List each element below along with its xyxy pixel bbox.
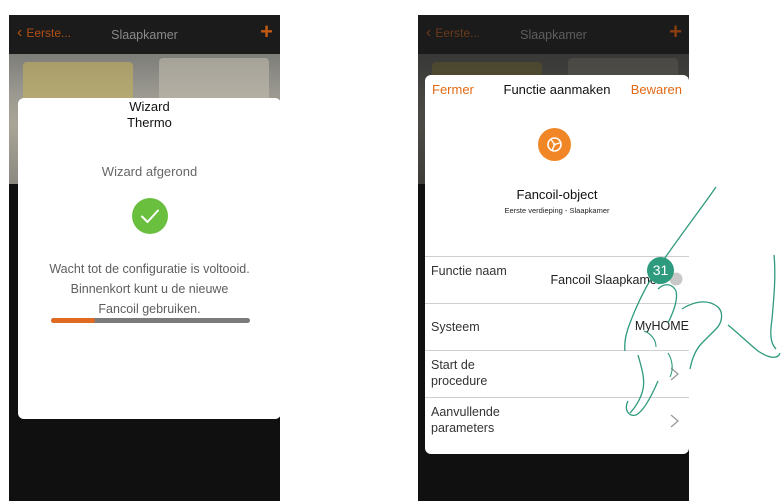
add-icon[interactable]: + bbox=[669, 20, 682, 44]
back-button[interactable]: ‹ Eerste... bbox=[17, 24, 72, 41]
wizard-title: Wizard Thermo bbox=[18, 98, 280, 131]
page-title: Slaapkamer bbox=[111, 27, 178, 42]
top-bar: ‹ Eerste... Slaapkamer + bbox=[9, 15, 280, 54]
wizard-message-line: Fancoil gebruiken. bbox=[98, 302, 201, 316]
wizard-subtitle: Thermo bbox=[127, 115, 172, 130]
row-label: Functie naam bbox=[431, 264, 507, 278]
add-icon[interactable]: + bbox=[260, 20, 273, 44]
row-label: Systeem bbox=[431, 320, 480, 334]
wizard-message-line: Binnenkort kunt u de nieuwe bbox=[70, 282, 229, 296]
row-label: Start de procedure bbox=[431, 358, 488, 388]
chevron-left-icon: ‹ bbox=[426, 24, 432, 41]
wizard-dialog: Wizard Thermo Wizard afgerond Wacht tot … bbox=[18, 98, 280, 419]
fancoil-icon bbox=[538, 128, 571, 161]
close-button[interactable]: Fermer bbox=[432, 82, 474, 97]
wizard-message: Wacht tot de configuratie is voltooid. B… bbox=[18, 259, 280, 319]
page-title: Slaapkamer bbox=[520, 27, 587, 42]
progress-fill bbox=[51, 318, 95, 323]
progress-bar bbox=[51, 318, 250, 323]
chevron-left-icon: ‹ bbox=[17, 24, 23, 41]
left-phone-screen: ‹ Eerste... Slaapkamer + Wizard Thermo W… bbox=[9, 15, 280, 501]
save-button[interactable]: Bewaren bbox=[631, 82, 682, 97]
row-label: Aanvullende parameters bbox=[431, 405, 500, 435]
card-header: Functie aanmaken Fermer Bewaren bbox=[425, 82, 689, 102]
pointing-hand-icon bbox=[624, 186, 781, 416]
check-icon bbox=[132, 198, 168, 234]
wizard-title-line: Wizard bbox=[129, 99, 170, 114]
wizard-message-line: Wacht tot de configuratie is voltooid. bbox=[49, 262, 250, 276]
back-label: Eerste... bbox=[435, 26, 481, 40]
top-bar: ‹ Eerste... Slaapkamer + bbox=[418, 15, 689, 54]
wizard-status: Wizard afgerond bbox=[101, 164, 198, 179]
step-number-badge: 31 bbox=[647, 257, 674, 284]
back-label: Eerste... bbox=[26, 26, 72, 40]
back-button[interactable]: ‹ Eerste... bbox=[426, 24, 481, 41]
